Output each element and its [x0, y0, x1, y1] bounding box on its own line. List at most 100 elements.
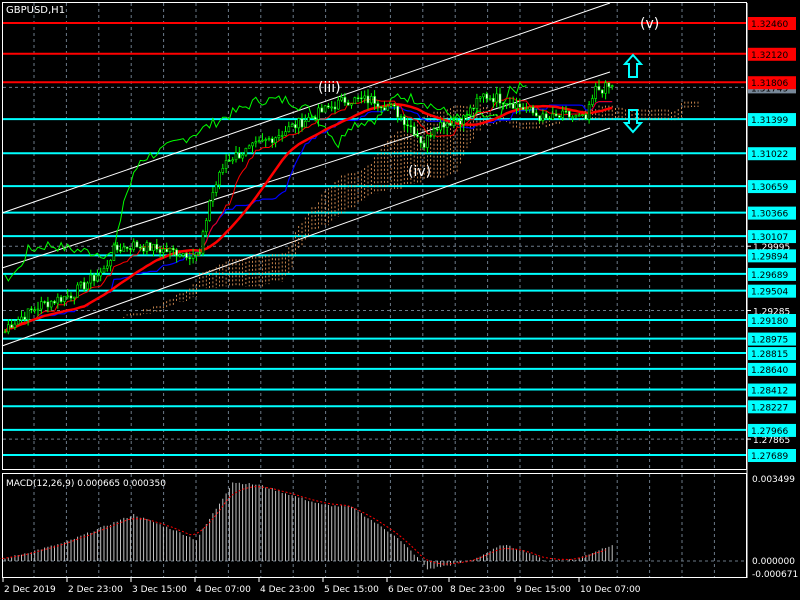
price-tick-label: 1.27865 [753, 436, 790, 446]
time-label: 6 Dec 07:00 [388, 585, 443, 595]
candle-body [534, 112, 538, 117]
candle-body [211, 192, 215, 202]
candle-body [564, 110, 568, 113]
candle-body [79, 281, 83, 286]
time-axis: 2 Dec 2019 2 Dec 23:00 3 Dec 15:00 4 Dec 07… [2, 578, 641, 595]
candle-body [350, 103, 353, 106]
candle-body [247, 145, 251, 149]
candle-body [73, 296, 76, 299]
time-label: 9 Dec 15:00 [516, 585, 571, 595]
candle-body [439, 122, 442, 131]
candle-body [191, 254, 195, 259]
candle-body [231, 159, 234, 162]
candle-body [106, 265, 109, 269]
candle-body [119, 249, 122, 252]
channel-line-middle[interactable] [1, 71, 611, 269]
candle-body [409, 125, 413, 127]
wave-label-v: (v) [640, 16, 659, 32]
candle-body [317, 107, 320, 120]
price-chart[interactable]: (iii) (iv) (v) GBPUSD,H1 MACD(12,26,9) 0… [0, 0, 800, 600]
candle-body [307, 116, 310, 122]
candle-body [488, 97, 492, 100]
candle-body [148, 242, 152, 252]
candle-body [228, 160, 231, 162]
candle-body [16, 319, 20, 325]
candle-body [554, 113, 558, 116]
candle-body [251, 142, 254, 147]
candle-body [162, 248, 165, 253]
candle-body [455, 120, 459, 122]
support-price-label: 1.30659 [751, 183, 788, 193]
candle-body [363, 95, 367, 99]
candle-body [175, 249, 178, 257]
candle-body [198, 252, 201, 254]
candle-body [422, 142, 426, 148]
candle-body [214, 184, 218, 193]
candle-body [561, 110, 565, 118]
candle-body [399, 116, 403, 118]
candle-body [330, 106, 334, 109]
candle-body [518, 103, 522, 108]
candle-body [594, 86, 598, 99]
candle-body [373, 96, 376, 104]
candle-body [597, 86, 601, 91]
candle-body [379, 106, 383, 109]
candle-body [294, 124, 297, 129]
candle-body [360, 97, 363, 100]
candle-body [604, 82, 607, 94]
candle-body [43, 301, 46, 303]
candle-body [132, 241, 135, 250]
candle-body [257, 140, 261, 142]
candle-body [244, 147, 248, 156]
candle-body [135, 241, 139, 248]
candle-body [356, 97, 360, 100]
arrow-up-icon[interactable] [622, 53, 644, 78]
candle-body [584, 114, 588, 120]
candle-body [125, 246, 129, 249]
candle-body [505, 103, 508, 105]
candle-body [168, 247, 172, 253]
candle-body [515, 103, 518, 109]
candle-body [459, 120, 462, 125]
candle-body [336, 99, 340, 110]
support-price-label: 1.28227 [751, 403, 788, 413]
candle-body [30, 308, 33, 311]
channel-line-upper[interactable] [1, 2, 611, 214]
candle-body [452, 120, 456, 126]
candle-body [571, 116, 574, 119]
time-label: 3 Dec 15:00 [132, 585, 187, 595]
candle-body [280, 135, 284, 137]
candle-body [69, 295, 73, 299]
candle-body [511, 103, 515, 109]
candle-body [234, 152, 238, 161]
candle-body [416, 134, 419, 137]
candle-body [303, 121, 307, 128]
candle-body [340, 97, 343, 101]
candle-body [393, 104, 396, 107]
candle-body [142, 247, 145, 252]
candle-body [49, 301, 53, 308]
candle-body [442, 122, 446, 128]
candle-body [501, 102, 505, 105]
price-axis: 1.299951.292851.278651.317491.313991.310… [746, 3, 796, 578]
candle-body [172, 247, 175, 251]
support-price-label: 1.29504 [751, 288, 788, 298]
candle-body [528, 106, 532, 110]
candle-body [99, 271, 102, 277]
candle-body [343, 97, 347, 103]
candle-body [551, 113, 555, 120]
candle-body [300, 118, 304, 128]
candle-body [577, 114, 581, 117]
candle-body [406, 124, 409, 127]
support-price-label: 1.30366 [751, 210, 788, 220]
candle-body [525, 109, 528, 111]
candle-body [323, 105, 327, 113]
candle-body [267, 138, 271, 140]
candle-body [270, 138, 274, 144]
time-label: 8 Dec 23:00 [450, 585, 505, 595]
candle-body [158, 249, 162, 253]
candle-body [581, 114, 584, 116]
candle-body [600, 89, 604, 94]
candle-body [426, 135, 429, 148]
time-label: 5 Dec 15:00 [324, 585, 379, 595]
